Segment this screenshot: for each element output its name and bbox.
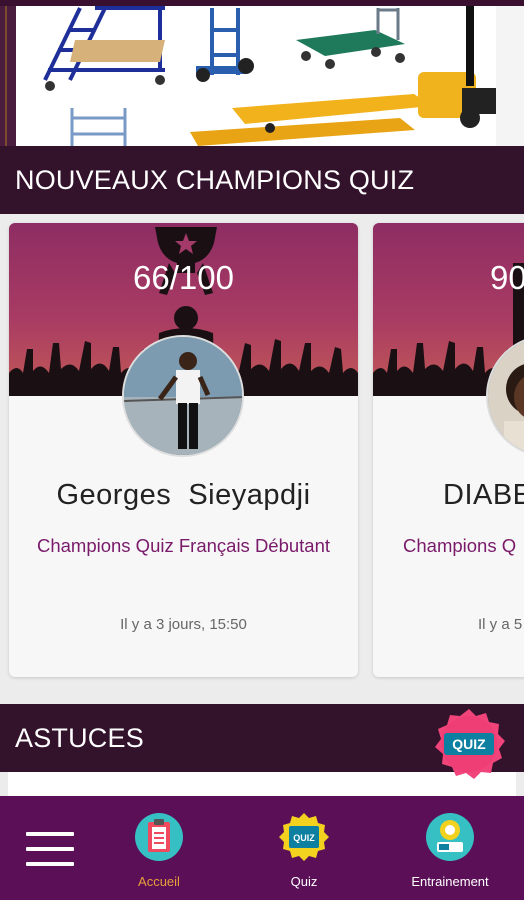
champion-category[interactable]: Champions Q	[403, 535, 516, 557]
nav-item-accueil[interactable]: Accueil	[104, 806, 214, 896]
svg-text:QUIZ: QUIZ	[293, 833, 315, 843]
nav-label-accueil: Accueil	[138, 874, 180, 889]
champions-section-title: NOUVEAUX CHAMPIONS QUIZ	[0, 146, 524, 214]
champion-score: 90	[490, 259, 524, 296]
champion-card[interactable]: 66/100 Georges Sieyapdji Champions Quiz …	[9, 223, 358, 677]
quiz-icon: QUIZ	[279, 813, 329, 861]
training-icon	[426, 813, 474, 861]
champion-category[interactable]: Champions Quiz Français Débutant	[9, 535, 358, 557]
app-screen: NOUVEAUX CHAMPIONS QUIZ 66/100 Georges S…	[0, 0, 524, 900]
quiz-badge-button[interactable]: QUIZ	[432, 707, 506, 781]
champion-name: Georges Sieyapdji	[56, 479, 311, 511]
banner-illustration	[0, 6, 524, 146]
hamburger-menu-icon[interactable]	[26, 832, 74, 866]
champions-carousel[interactable]: 66/100 Georges Sieyapdji Champions Quiz …	[0, 214, 524, 704]
champion-timestamp: Il y a 3 jours, 15:50	[120, 616, 247, 633]
champion-card[interactable]: 90 DIABE Champions Q Il y a 5	[373, 223, 524, 677]
banner-top-line	[0, 0, 524, 6]
promo-banner[interactable]	[0, 0, 524, 146]
quiz-badge-icon: QUIZ	[435, 709, 505, 779]
nav-label-quiz: Quiz	[290, 874, 318, 889]
bottom-navigation: Accueil QUIZ Quiz Entrainement	[0, 796, 524, 900]
champion-avatar	[122, 335, 244, 457]
clipboard-icon	[135, 813, 183, 861]
nav-item-entrainement[interactable]: Entrainement	[395, 806, 505, 896]
nav-item-quiz[interactable]: QUIZ Quiz	[249, 806, 359, 896]
champion-timestamp: Il y a 5	[478, 616, 523, 633]
champion-score: 66/100	[133, 259, 234, 296]
quiz-badge-label: QUIZ	[452, 736, 486, 752]
nav-label-entrainement: Entrainement	[411, 874, 489, 889]
champion-name: DIABE	[443, 479, 524, 511]
